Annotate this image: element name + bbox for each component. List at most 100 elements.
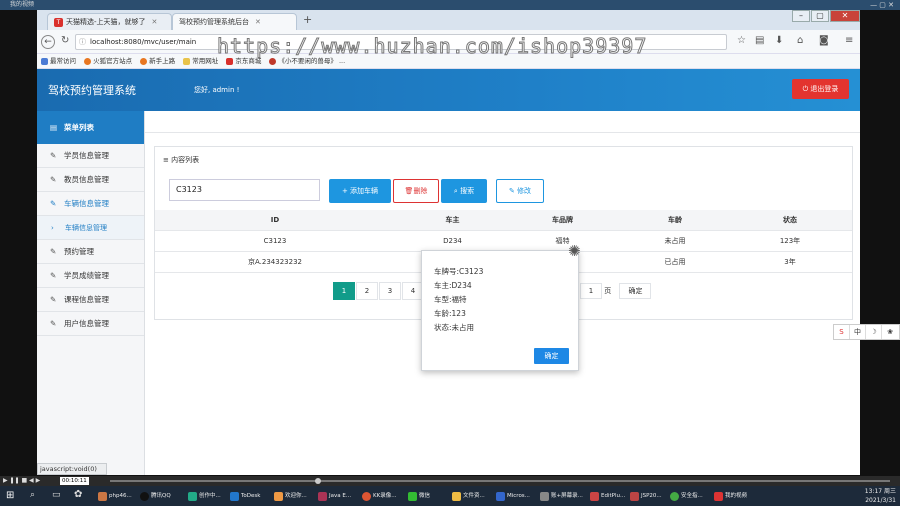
pocket-icon[interactable]: ◙: [819, 35, 829, 46]
bookmark-item[interactable]: 火狐官方站点: [84, 54, 132, 68]
add-vehicle-button[interactable]: + 添加车辆: [329, 179, 391, 203]
tab-label: 驾校预约管理系统后台: [179, 18, 249, 26]
back-icon[interactable]: ←: [41, 35, 55, 49]
chevron-right-icon: ›: [51, 224, 54, 232]
delete-button[interactable]: 🗑删除: [393, 179, 439, 203]
search-input[interactable]: C3123: [169, 179, 320, 201]
info-icon[interactable]: ⓘ: [79, 35, 86, 49]
recorder-window-controls[interactable]: — ▢ ✕: [870, 0, 894, 10]
browser-window: T 天猫精选-上天猫，就够了 ✕ 驾校预约管理系统后台 ✕ + – ▢ ✕ ← ↻ ⓘ l…: [37, 10, 860, 475]
star-icon[interactable]: ☆: [737, 35, 746, 46]
bookmark-item[interactable]: 新手上路: [140, 54, 175, 68]
maximize-icon[interactable]: ▢: [811, 10, 829, 22]
bookmark-item[interactable]: 常用网址: [183, 54, 218, 68]
table-cell: 京A.234323232: [248, 258, 302, 266]
taskbar-item[interactable]: 文件资...: [452, 488, 485, 504]
tmall-icon: T: [54, 17, 63, 27]
ime-item[interactable]: 中: [850, 325, 866, 339]
taskbar-item[interactable]: Java E...: [318, 488, 351, 504]
detail-plate: 车牌号:C3123: [434, 267, 484, 276]
sidebar-item-users[interactable]: ✎ 用户信息管理: [37, 312, 144, 336]
search-icon[interactable]: ⌕: [30, 490, 35, 500]
close-window-icon[interactable]: ✕: [830, 10, 860, 22]
home-icon[interactable]: ⌂: [797, 35, 803, 46]
ime-item[interactable]: ☽: [866, 325, 882, 339]
wechat-icon: [408, 492, 417, 501]
sidebar: ▤ 菜单列表 ✎ 学员信息管理 ✎ 教员信息管理 ✎ 车辆信息管理 › 车辆信息管理 ✎ 预…: [37, 111, 145, 475]
java-icon: [318, 492, 327, 501]
taskbar-item[interactable]: php46...: [98, 488, 132, 504]
sidebar-item-student[interactable]: ✎ 学员信息管理: [37, 144, 144, 168]
app-icon: [540, 492, 549, 501]
taskbar-item[interactable]: 腾讯QQ: [140, 488, 171, 504]
tab-tmall[interactable]: T 天猫精选-上天猫，就够了 ✕: [47, 13, 172, 30]
app-icon[interactable]: ✿: [74, 489, 82, 500]
dialog-ok-button[interactable]: 确定: [534, 348, 569, 364]
sogou-icon[interactable]: S: [834, 325, 850, 339]
pagination: 1234: [333, 282, 425, 300]
windows-start-icon[interactable]: ⊞: [6, 490, 14, 501]
taskbar-item[interactable]: KK录像...: [362, 488, 396, 504]
taskbar: ⊞ ⌕ ▭ ✿ php46... 腾讯QQ 创作中... ToDesk 欢迎你.…: [0, 486, 900, 506]
app-icon: [670, 492, 679, 501]
page-jump: 1 页 确定: [580, 282, 652, 300]
task-view-icon[interactable]: ▭: [52, 490, 61, 500]
sidebar-item-scores[interactable]: ✎ 学员成绩管理: [37, 264, 144, 288]
ime-item[interactable]: ❀: [882, 325, 898, 339]
player-seek-track[interactable]: [110, 480, 890, 482]
table-cell: 123年: [779, 237, 801, 245]
weibo-icon: [269, 57, 277, 65]
taskbar-item[interactable]: 创作中...: [188, 488, 221, 504]
close-tab-icon[interactable]: ✕: [152, 18, 158, 26]
page-button[interactable]: 2: [356, 282, 378, 300]
table-row[interactable]: C3123 D234 福特 未占用 123年: [155, 231, 852, 252]
taskbar-item[interactable]: 我的视频: [714, 488, 747, 504]
minimize-icon[interactable]: –: [792, 10, 810, 22]
loading-spinner-icon: ✺: [568, 242, 581, 260]
column-header: 车龄: [668, 216, 682, 224]
player-controls-icon[interactable]: ▶ ❚❚ ■ ◀ ▶: [3, 476, 40, 486]
sidebar-item-booking[interactable]: ✎ 预约管理: [37, 240, 144, 264]
sidebar-item-teacher[interactable]: ✎ 教员信息管理: [37, 168, 144, 192]
tab-jiaxiao[interactable]: 驾校预约管理系统后台 ✕: [172, 13, 297, 30]
sidebar-item-course[interactable]: ✎ 课程信息管理: [37, 288, 144, 312]
bookmark-item[interactable]: 最常访问: [41, 54, 76, 68]
page-button[interactable]: 3: [379, 282, 401, 300]
taskbar-item[interactable]: JSP20...: [630, 488, 662, 504]
reload-icon[interactable]: ↻: [61, 35, 69, 46]
page-number-input[interactable]: 1: [580, 283, 602, 299]
download-icon[interactable]: ⬇: [775, 35, 783, 46]
tab-bar: T 天猫精选-上天猫，就够了 ✕ 驾校预约管理系统后台 ✕ + – ▢ ✕: [37, 10, 860, 30]
system-tray-clock[interactable]: 13:17 周三 2021/3/31: [865, 487, 896, 505]
status-bar: javascript:void(0): [37, 463, 107, 475]
taskbar-item[interactable]: Micros...: [496, 488, 530, 504]
detail-status: 状态:未占用: [434, 323, 475, 332]
page-confirm-button[interactable]: 确定: [619, 283, 652, 299]
reader-icon[interactable]: ▤: [755, 35, 764, 46]
taskbar-item[interactable]: ToDesk: [230, 488, 260, 504]
todesk-icon: [230, 492, 239, 501]
player-seek-handle[interactable]: [315, 478, 321, 484]
video-player-bar: ▶ ❚❚ ■ ◀ ▶ 00:10:11: [0, 476, 900, 486]
new-tab-icon[interactable]: +: [303, 13, 312, 26]
taskbar-item[interactable]: 欢迎你...: [274, 488, 307, 504]
jd-icon: [226, 57, 234, 65]
logout-button[interactable]: ⏻ 退出登录: [792, 79, 849, 99]
taskbar-item[interactable]: 账+屏幕录...: [540, 488, 583, 504]
close-tab-icon[interactable]: ✕: [255, 18, 261, 26]
sidebar-subitem-vehicle[interactable]: › 车辆信息管理: [37, 216, 144, 240]
page-button[interactable]: 1: [333, 282, 355, 300]
taskbar-item[interactable]: 安全指...: [670, 488, 703, 504]
menu-icon[interactable]: ≡: [845, 35, 853, 46]
taskbar-item[interactable]: 微信: [408, 488, 430, 504]
taskbar-item[interactable]: EditPlu...: [590, 488, 625, 504]
edit-icon: ✎: [50, 247, 57, 256]
search-button[interactable]: ⌕ 搜索: [441, 179, 487, 203]
edit-button[interactable]: ✎ 修改: [496, 179, 544, 203]
table-cell: 未占用: [664, 237, 686, 245]
table-cell: 已占用: [664, 258, 686, 266]
qq-icon: [140, 492, 149, 501]
app-icon: [98, 492, 107, 501]
list-icon: ≡: [163, 156, 172, 164]
sidebar-item-vehicle[interactable]: ✎ 车辆信息管理: [37, 192, 144, 216]
